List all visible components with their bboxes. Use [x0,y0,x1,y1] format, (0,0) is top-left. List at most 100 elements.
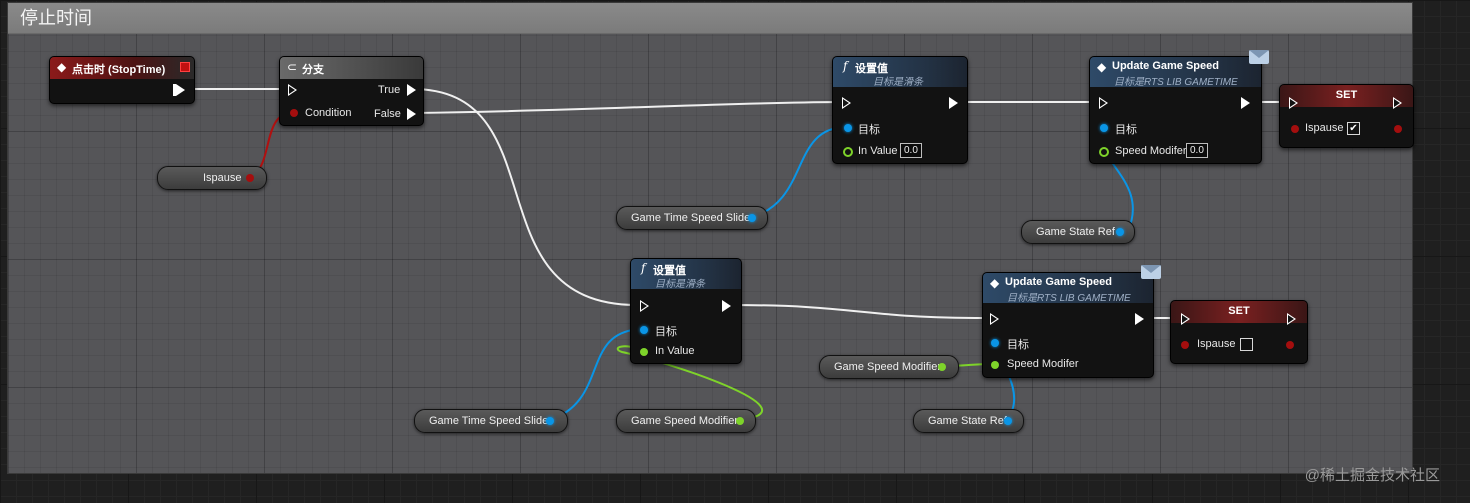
update-game-speed-node-bottom[interactable]: ◆ Update Game Speed 目标是RTS LIB GAMETIME … [982,272,1154,378]
ispause-out-pin[interactable] [1394,125,1402,133]
set-value-top-header[interactable]: f 设置值 目标是滑条 [833,57,967,88]
modifier-out-pin[interactable] [938,363,946,371]
getter-label: Game Time Speed Slider [429,415,552,427]
watermark: @稀土掘金技术社区 [1304,467,1440,484]
exec-out-pin[interactable] [1393,97,1402,109]
in-value-pin[interactable] [640,348,648,356]
ispause-set-label: Ispause [1197,338,1236,350]
set-value-node-top[interactable]: f 设置值 目标是滑条 目标 In Value 0.0 [832,56,968,164]
ispause-checkbox[interactable] [1240,338,1253,351]
exec-in-pin[interactable] [1289,97,1298,109]
update-bottom-title: Update Game Speed [1005,276,1112,288]
in-value-label: In Value [858,145,898,157]
event-delegate-icon [180,62,190,72]
getter-label: Game Speed Modifier [834,361,941,373]
ispause-in-pin[interactable] [1181,341,1189,349]
event-node-title: 点击时 (StopTime) [72,64,166,76]
exec-wire [411,88,638,306]
exec-out-pin[interactable] [1135,313,1144,325]
getter-label: Game Time Speed Slider [631,212,754,224]
exec-in-pin[interactable] [640,300,649,312]
message-icon [1249,50,1269,64]
exec-out-pin[interactable] [1287,313,1296,325]
exec-wire [729,304,986,319]
slider-out-pin[interactable] [748,214,756,222]
getter-label: Game Speed Modifier [631,415,738,427]
event-diamond-icon: ◆ [57,60,67,74]
target-pin[interactable] [844,124,852,132]
getter-label: Game State Ref [1036,226,1115,238]
slider-out-pin[interactable] [546,417,554,425]
exec-out-pin[interactable] [722,300,731,312]
speed-modifer-pin[interactable] [1099,147,1109,157]
update-bottom-header[interactable]: ◆ Update Game Speed 目标是RTS LIB GAMETIME [983,273,1153,304]
game-state-ref-getter[interactable]: Game State Ref [1021,220,1135,244]
exec-in-pin[interactable] [842,97,851,109]
function-icon: f [641,261,646,275]
exec-out-pin[interactable] [176,84,185,96]
target-pin[interactable] [640,326,648,334]
target-label: 目标 [1007,339,1029,351]
update-game-speed-node-top[interactable]: ◆ Update Game Speed 目标是RTS LIB GAMETIME … [1089,56,1262,164]
state-out-pin[interactable] [1004,417,1012,425]
false-exec-pin[interactable] [407,108,416,120]
speed-modifer-label: Speed Modifer [1115,145,1187,157]
event-node-header[interactable]: ◆ 点击时 (StopTime) [50,57,194,79]
in-value-field[interactable]: 0.0 [900,143,922,158]
target-pin[interactable] [1100,124,1108,132]
ispause-out-pin[interactable] [1286,341,1294,349]
target-label: 目标 [655,326,677,338]
game-speed-modifier-getter[interactable]: Game Speed Modifier [819,355,959,379]
update-bottom-subtitle: 目标是RTS LIB GAMETIME [1007,293,1131,304]
set-node-bottom[interactable]: SET Ispause [1170,300,1308,364]
set-value-top-subtitle: 目标是滑条 [873,77,923,88]
ispause-in-pin[interactable] [1291,125,1299,133]
true-exec-pin[interactable] [407,84,416,96]
exec-in-pin[interactable] [1181,313,1190,325]
ispause-out-pin[interactable] [246,174,254,182]
exec-out-pin-bar [173,84,176,96]
exec-in-pin[interactable] [288,84,297,96]
speed-modifer-label: Speed Modifer [1007,358,1079,370]
modifier-out-pin[interactable] [736,417,744,425]
exec-wire [411,101,841,114]
update-top-title: Update Game Speed [1112,60,1219,72]
branch-node[interactable]: ⊂ 分支 True Condition False [279,56,424,126]
branch-node-header[interactable]: ⊂ 分支 [280,57,423,79]
set-value-bottom-header[interactable]: f 设置值 目标是滑条 [631,259,741,290]
set-value-node-bottom[interactable]: f 设置值 目标是滑条 目标 In Value [630,258,742,364]
speed-modifer-field[interactable]: 0.0 [1186,143,1208,158]
function-icon: f [843,59,848,73]
update-top-header[interactable]: ◆ Update Game Speed 目标是RTS LIB GAMETIME [1090,57,1261,88]
in-value-label: In Value [655,345,695,357]
false-label: False [374,108,401,120]
exec-out-pin[interactable] [949,97,958,109]
ispause-checkbox[interactable]: ✔ [1347,122,1360,135]
exec-in-pin[interactable] [990,313,999,325]
state-out-pin[interactable] [1116,228,1124,236]
game-time-speed-slider-getter[interactable]: Game Time Speed Slider [616,206,768,230]
game-state-ref-getter[interactable]: Game State Ref [913,409,1024,433]
true-label: True [378,84,401,96]
event-diamond-icon: ◆ [1097,60,1107,74]
game-time-speed-slider-getter[interactable]: Game Time Speed Slider [414,409,568,433]
set-value-bottom-subtitle: 目标是滑条 [655,279,705,290]
ispause-getter[interactable]: Ispause [157,166,267,190]
exec-out-pin[interactable] [1241,97,1250,109]
set-node-top[interactable]: SET Ispause ✔ [1279,84,1414,148]
branch-icon: ⊂ [287,60,298,74]
speed-modifer-pin[interactable] [991,361,999,369]
target-pin[interactable] [991,339,999,347]
update-top-subtitle: 目标是RTS LIB GAMETIME [1114,77,1238,88]
condition-pin[interactable] [290,109,298,117]
ispause-getter-label: Ispause [203,172,242,184]
game-speed-modifier-getter[interactable]: Game Speed Modifier [616,409,756,433]
event-node-stoptime[interactable]: ◆ 点击时 (StopTime) [49,56,195,104]
exec-in-pin[interactable] [1099,97,1108,109]
target-label: 目标 [1115,124,1137,136]
in-value-pin[interactable] [843,147,853,157]
event-diamond-icon: ◆ [990,276,1000,290]
getter-label: Game State Ref [928,415,1007,427]
ispause-set-label: Ispause [1305,122,1344,134]
branch-node-title: 分支 [302,64,324,76]
